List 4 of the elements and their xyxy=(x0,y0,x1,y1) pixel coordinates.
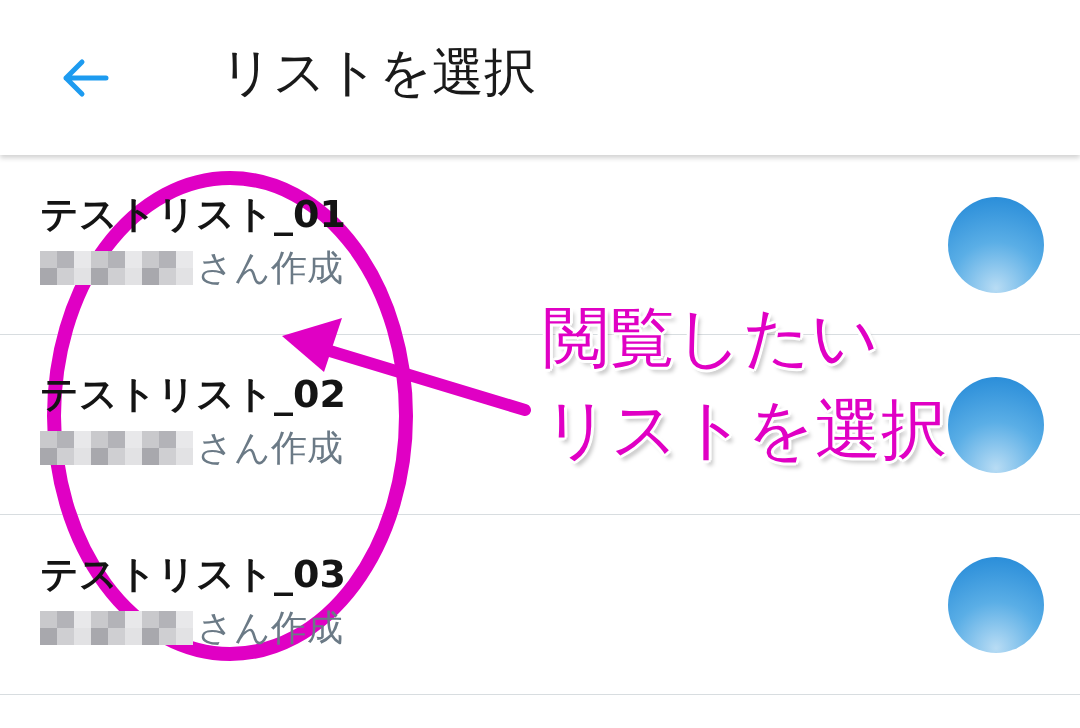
creator-label: さん作成 xyxy=(197,245,343,290)
screen-title: リストを選択 xyxy=(220,40,536,104)
annotation-text: リストを選択 xyxy=(543,390,947,470)
creator-label: さん作成 xyxy=(197,425,343,470)
